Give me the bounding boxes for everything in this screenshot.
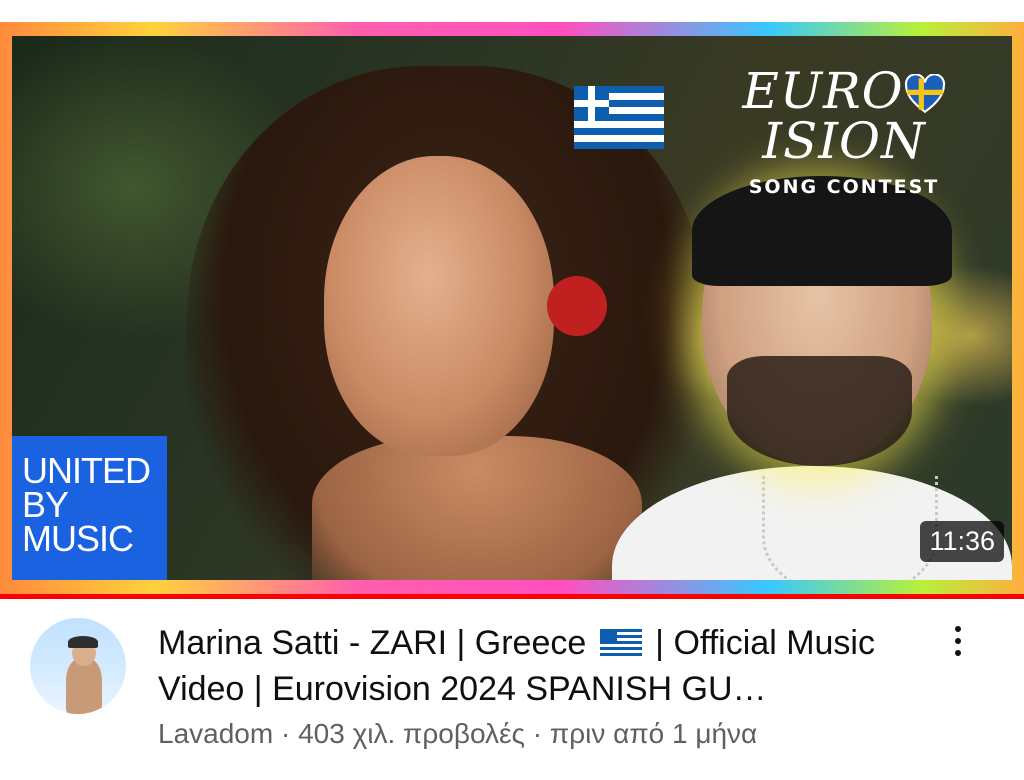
greece-flag-emoji-icon (599, 629, 642, 657)
video-title-part1: Marina Satti - ZARI | Greece (158, 624, 596, 662)
channel-avatar[interactable] (30, 618, 126, 714)
greece-flag-icon (574, 86, 664, 149)
video-subtitle: Lavadom · 403 χιλ. προβολές · πριν από 1… (158, 718, 758, 749)
view-count: 403 χιλ. προβολές (298, 718, 525, 749)
eurovision-logo-text-2: ISION (762, 112, 926, 170)
red-flower (547, 276, 607, 336)
video-meta: Marina Satti - ZARI | Greece | Official … (0, 600, 1024, 780)
video-thumbnail[interactable]: EURO ISION SONG CONTEST UNITED BY MUSIC … (0, 22, 1024, 594)
watch-progress-bar (0, 594, 1024, 599)
thumbnail-image[interactable]: EURO ISION SONG CONTEST UNITED BY MUSIC … (12, 36, 1012, 580)
more-options-icon[interactable] (946, 626, 970, 666)
channel-name[interactable]: Lavadom (158, 718, 273, 749)
upload-age: πριν από 1 μήνα (549, 718, 758, 749)
sweden-heart-icon (904, 74, 945, 114)
united-by-music-badge: UNITED BY MUSIC (12, 436, 167, 580)
reactor-chain (762, 476, 938, 580)
eurovision-logo: EURO ISION SONG CONTEST (684, 66, 1004, 198)
reactor-beard (727, 356, 912, 466)
song-contest-label: SONG CONTEST (748, 176, 940, 198)
video-title[interactable]: Marina Satti - ZARI | Greece | Official … (158, 620, 918, 712)
video-duration-badge: 11:36 (920, 521, 1004, 562)
singer-body (312, 436, 642, 580)
singer-face (324, 156, 554, 456)
